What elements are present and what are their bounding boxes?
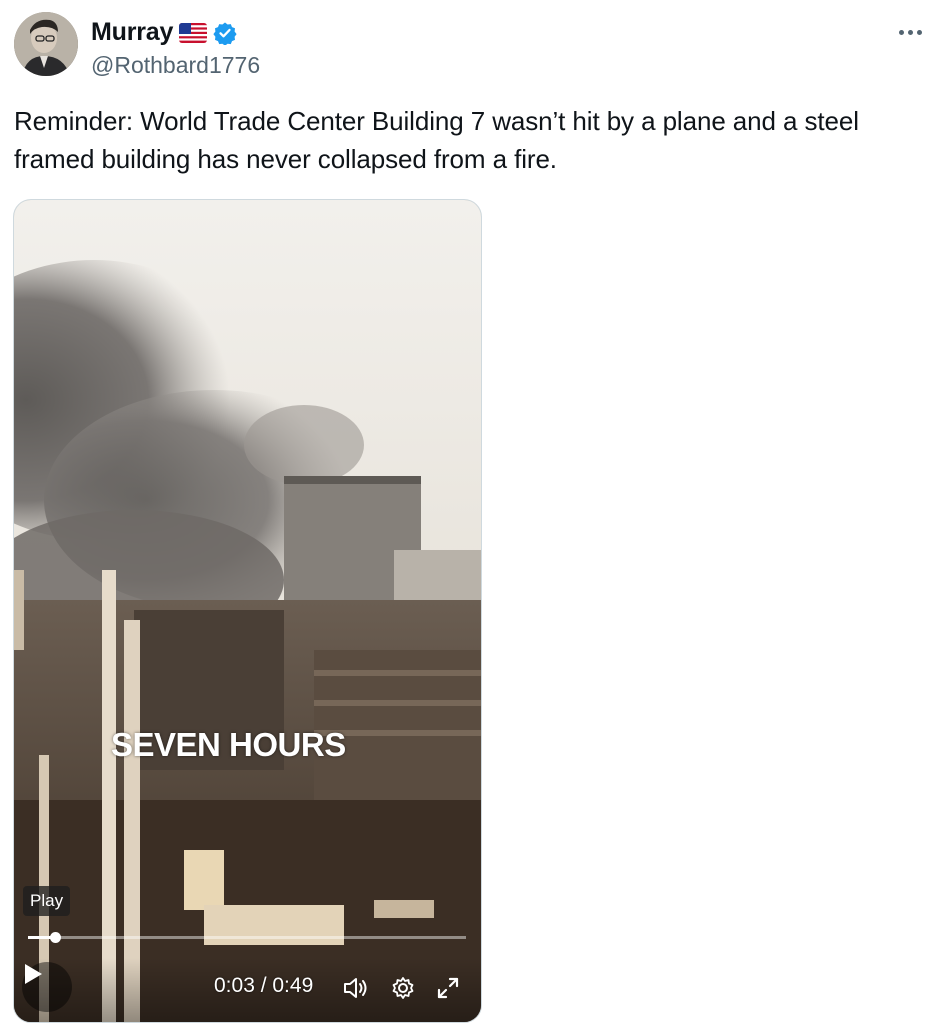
video-progress-knob[interactable] [49,932,61,943]
video-caption: SEVEN HOURS [111,726,346,763]
tweet-header: Murray @Rothbard1776 [14,12,934,82]
avatar[interactable] [14,12,78,76]
video-controls: 0:03 / 0:49 [14,958,481,1022]
video-frame [14,200,481,1022]
avatar-portrait [14,12,78,76]
play-tooltip: Play [23,886,71,916]
expand-icon[interactable] [434,974,462,1002]
play-icon [25,964,42,984]
gear-icon[interactable] [389,974,417,1002]
us-flag-icon [179,22,208,43]
tweet-text: Reminder: World Trade Center Building 7 … [14,106,859,174]
video-time: 0:03 / 0:49 [214,974,314,997]
name-row: Murray [91,18,237,47]
display-name[interactable]: Murray [91,18,173,47]
more-options-icon[interactable] [890,16,930,48]
verified-badge-icon[interactable] [213,21,237,46]
user-handle[interactable]: @Rothbard1776 [91,52,260,79]
play-button[interactable] [22,962,72,1012]
video-player[interactable]: SEVEN HOURS Play 0:03 / 0:49 [13,199,482,1023]
volume-icon[interactable] [342,974,370,1002]
video-progress-bar[interactable] [28,932,466,943]
